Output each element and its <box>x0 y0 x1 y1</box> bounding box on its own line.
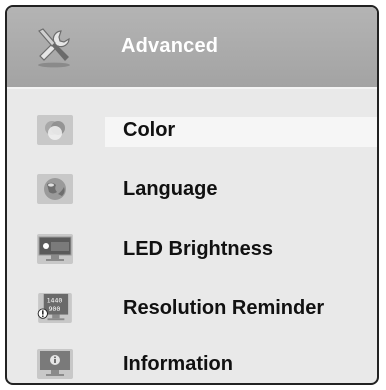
resolution-monitor-icon: 1440 900 <box>37 293 72 323</box>
menu-title: Advanced <box>121 35 219 57</box>
menu-item-label: Language <box>123 178 218 200</box>
menu-item-label: Information <box>123 353 233 375</box>
menu-item-resolution-reminder[interactable]: 1440 900 Resolution Reminder <box>7 283 377 335</box>
icon-resolution-width: 1440 <box>47 296 63 304</box>
color-circles-icon <box>37 115 73 145</box>
osd-menu-panel: Advanced Color Language LED Brightness 1… <box>5 5 379 385</box>
menu-item-label: LED Brightness <box>123 238 274 260</box>
info-monitor-icon <box>37 349 73 379</box>
monitor-brightness-icon <box>37 234 73 264</box>
menu-item-color[interactable]: Color <box>7 105 377 157</box>
menu-item-led-brightness[interactable]: LED Brightness <box>7 224 377 276</box>
menu-item-label: Color <box>123 119 176 141</box>
menu-header: Advanced <box>7 7 377 89</box>
menu-item-information[interactable]: Information <box>7 339 377 383</box>
tools-icon <box>38 28 70 68</box>
globe-icon <box>37 174 73 204</box>
menu-item-label: Resolution Reminder <box>123 297 325 319</box>
menu-item-language[interactable]: Language <box>7 164 377 216</box>
icon-resolution-height: 900 <box>48 305 60 313</box>
